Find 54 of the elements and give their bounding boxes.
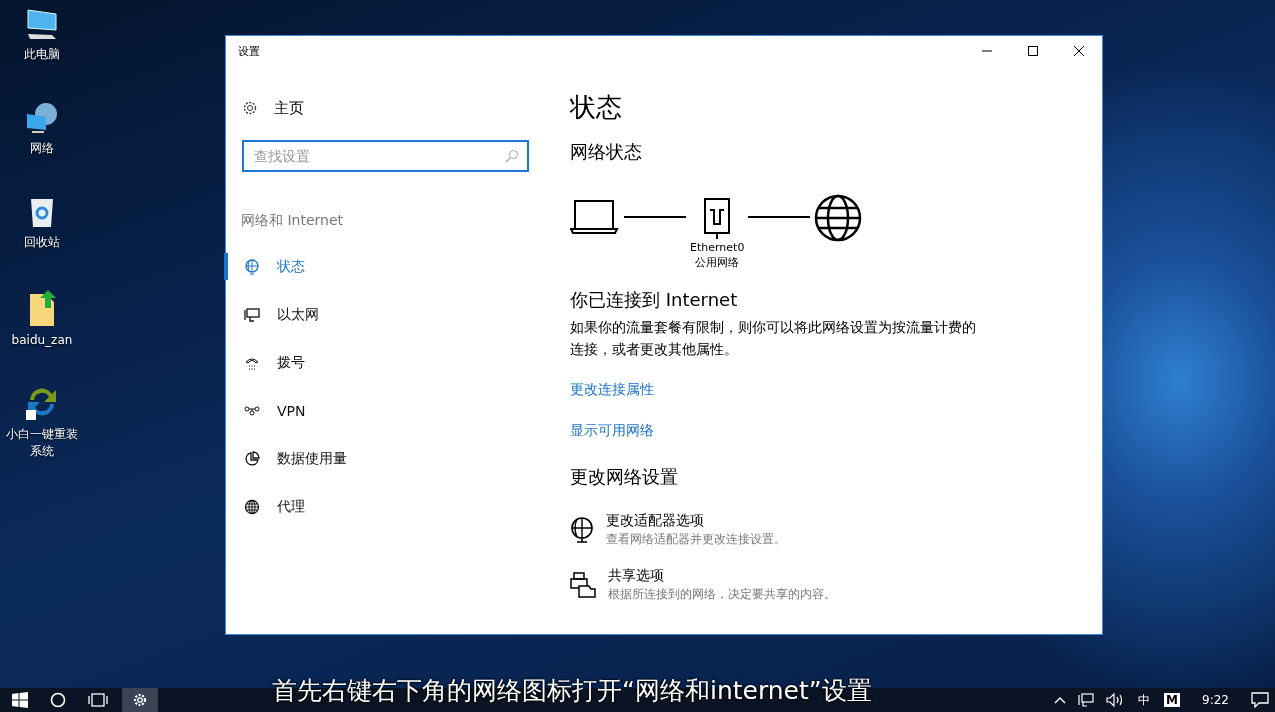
settings-option[interactable]: 更改适配器选项 查看网络适配器并更改连接设置。 <box>570 511 786 548</box>
settings-link[interactable]: 更改连接属性 <box>570 378 654 400</box>
video-subtitle: 首先右键右下角的网络图标打开“网络和internet”设置 <box>272 675 872 707</box>
section-heading: 更改网络设置 <box>570 465 678 489</box>
network-tray-icon[interactable] <box>1078 693 1095 707</box>
section-heading: 网络和 Internet <box>241 212 345 230</box>
clock[interactable]: 9:22 <box>1202 693 1229 707</box>
maximize-icon <box>1028 46 1038 56</box>
notification-icon[interactable] <box>1251 692 1269 708</box>
desktop-icon-label[interactable]: 小白一键重装系统 <box>4 426 80 460</box>
search-icon <box>505 149 519 163</box>
pie-chart-icon <box>244 450 260 467</box>
nav-item[interactable]: 以太网 <box>224 301 546 328</box>
computer-icon[interactable] <box>24 6 60 42</box>
network-type: 公用网络 <box>695 255 740 270</box>
settings-taskbar-button[interactable] <box>122 688 158 712</box>
description-text: 如果你的流量套餐有限制，则你可以将此网络设置为按流量计费的连接，或者更改其他属性。 <box>570 318 977 359</box>
globe-monitor-icon <box>570 516 594 543</box>
nav-item[interactable]: 数据使用量 <box>224 445 546 472</box>
nav-item[interactable]: 拨号 <box>224 349 546 376</box>
globe-icon <box>244 498 260 515</box>
laptop-icon <box>570 200 620 234</box>
globe-icon <box>814 194 863 242</box>
start-button[interactable] <box>12 692 28 708</box>
section-heading: 网络状态 <box>570 140 642 164</box>
desktop-icon-label[interactable]: 回收站 <box>4 234 80 251</box>
ime-mode-indicator[interactable]: M <box>1164 693 1181 707</box>
window-title: 设置 <box>238 43 260 59</box>
nav-item[interactable]: 代理 <box>224 493 546 520</box>
volume-icon[interactable] <box>1106 693 1125 707</box>
search-circle-icon[interactable] <box>50 692 66 708</box>
printer-folder-icon <box>570 571 596 598</box>
home-nav-item[interactable]: 主页 <box>242 98 546 118</box>
desktop-icon-label[interactable]: 网络 <box>4 140 80 157</box>
monitor-icon <box>244 306 260 323</box>
globe-monitor-icon <box>244 258 260 275</box>
task-view-icon[interactable] <box>88 692 108 708</box>
settings-icon <box>242 100 258 116</box>
page-title: 状态 <box>570 92 622 122</box>
settings-link[interactable]: 显示可用网络 <box>570 419 654 441</box>
desktop-icon-label[interactable]: baidu_zan <box>4 332 80 349</box>
ethernet-port-icon <box>704 198 731 240</box>
gear-icon <box>132 692 148 708</box>
input-method-indicator[interactable]: 中 <box>1138 691 1151 709</box>
network-icon[interactable] <box>24 100 60 136</box>
nav-item[interactable]: 状态 <box>224 253 546 280</box>
nav-item[interactable]: VPN <box>224 397 546 424</box>
close-icon <box>1074 46 1084 56</box>
adapter-name: Ethernet0 <box>690 240 745 255</box>
desktop-icon-label[interactable]: 此电脑 <box>4 46 80 63</box>
connection-status: 你已连接到 Internet <box>570 288 738 312</box>
search-field[interactable]: 查找设置 <box>242 140 529 172</box>
chevron-up-icon[interactable] <box>1054 695 1067 705</box>
settings-option[interactable]: 共享选项 根据所连接到的网络，决定要共享的内容。 <box>570 566 836 603</box>
